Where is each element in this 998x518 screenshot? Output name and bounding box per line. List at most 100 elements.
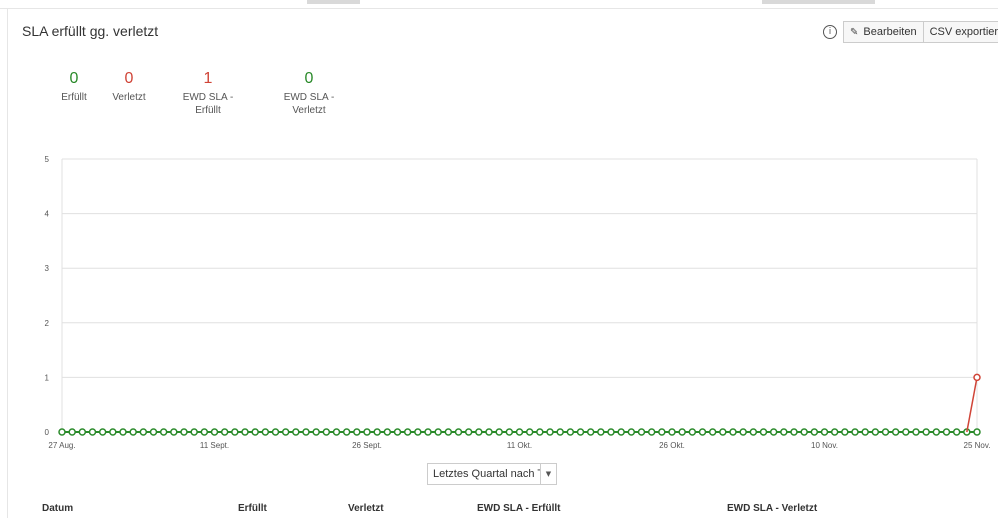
series-point-green [780,428,788,436]
table-header-datum[interactable]: Datum [42,503,73,514]
series-point-green [647,428,656,436]
range-select[interactable]: Letztes Quartal nach Tag ▼ [427,463,557,485]
stat-ewd-erfuellt: 1 EWD SLA - Erfüllt [177,70,239,117]
series-point-green [658,428,666,436]
csv-export-label: CSV exportieren [929,26,998,38]
series-point-green [861,428,869,436]
series-point-green [180,428,188,436]
top-tab-right[interactable] [762,0,875,4]
series-point-green [607,428,615,436]
series-point-green [729,428,737,436]
series-point-green [149,428,158,436]
series-point-green [403,428,412,436]
series-point-green [973,428,981,436]
series-point-green [159,428,168,436]
series-point-green [952,428,961,436]
stat-label: Erfüllt [61,92,87,103]
y-tick-label: 3 [45,264,50,273]
series-point-green [891,428,900,436]
series-point-green [790,428,798,436]
series-point-red [973,373,981,382]
series-point-green [566,428,575,436]
series-point-green [454,428,463,436]
series-point-green [739,428,747,436]
series-point-green [830,428,839,436]
y-tick-label: 5 [45,155,50,164]
series-point-green [383,428,392,436]
series-point-green [393,428,402,436]
series-point-green [932,428,941,436]
series-point-green [292,428,300,436]
series-point-green [190,428,198,436]
series-point-green [363,428,371,436]
x-tick-label: 26 Okt. [659,441,685,450]
x-tick-label: 11 Okt. [507,441,532,450]
series-point-green [495,428,503,436]
series-point-green [536,428,544,436]
table-header-erfuellt[interactable]: Erfüllt [238,503,267,514]
series-point-green [637,428,646,436]
info-icon[interactable]: i [823,25,837,39]
pencil-icon: ✎ [850,27,859,38]
series-point-green [251,428,259,436]
y-tick-label: 1 [45,373,50,382]
range-select-value: Letztes Quartal nach Tag [433,468,540,480]
series-point-green [597,428,605,436]
stat-value: 0 [304,70,314,87]
series-point-green [444,428,453,436]
series-point-green [912,428,920,436]
series-point-green [58,428,66,436]
y-tick-label: 2 [45,319,50,328]
stat-value: 0 [124,70,134,87]
series-point-green [373,428,381,436]
series-point-green [800,428,808,436]
series-point-green [353,428,361,436]
series-point-green [576,428,585,436]
series-point-green [210,428,219,436]
table-header-ewd-verletzt[interactable]: EWD SLA - Verletzt [727,503,817,514]
series-point-green [678,428,686,436]
stat-label: EWD SLA - Verletzt [283,92,335,116]
series-point-green [342,428,351,436]
y-tick-label: 4 [45,210,50,219]
series-point-green [119,428,127,436]
series-point-green [231,428,239,436]
series-point-green [719,428,727,436]
series-point-green [464,428,473,436]
series-point-green [424,428,432,436]
series-point-green [139,428,148,436]
series-point-green [505,428,514,436]
series-point-green [414,428,422,436]
series-point-green [668,428,676,436]
series-point-green [688,428,697,436]
series-point-green [170,428,178,436]
x-tick-label: 26 Sept. [352,441,382,450]
table-header-verletzt[interactable]: Verletzt [348,503,384,514]
csv-export-button[interactable]: CSV exportieren [923,21,998,43]
y-tick-label: 0 [45,428,50,437]
series-point-green [322,428,331,436]
series-point-green [129,428,137,436]
series-point-green [627,428,636,436]
edit-button[interactable]: ✎ Bearbeiten [843,21,924,43]
series-point-green [302,428,310,436]
series-point-green [312,428,320,436]
x-tick-label: 27 Aug. [48,441,75,450]
series-point-green [78,428,87,436]
x-tick-label: 11 Sept. [200,441,229,450]
series-point-green [820,428,829,436]
series-point-green [942,428,951,436]
x-tick-label: 25 Nov. [964,441,991,450]
series-point-green [200,428,209,436]
series-point-green [332,428,341,436]
series-point-green [749,428,758,436]
chevron-down-icon[interactable]: ▼ [540,464,556,484]
edit-button-label: Bearbeiten [863,26,917,38]
series-point-green [475,428,483,436]
series-point-green [109,428,117,436]
x-tick-label: 10 Nov. [811,441,838,450]
table-header-ewd-erfuellt[interactable]: EWD SLA - Erfüllt [477,503,561,514]
series-point-green [434,428,442,436]
series-point-green [220,428,229,436]
top-tab-left[interactable] [307,0,360,4]
